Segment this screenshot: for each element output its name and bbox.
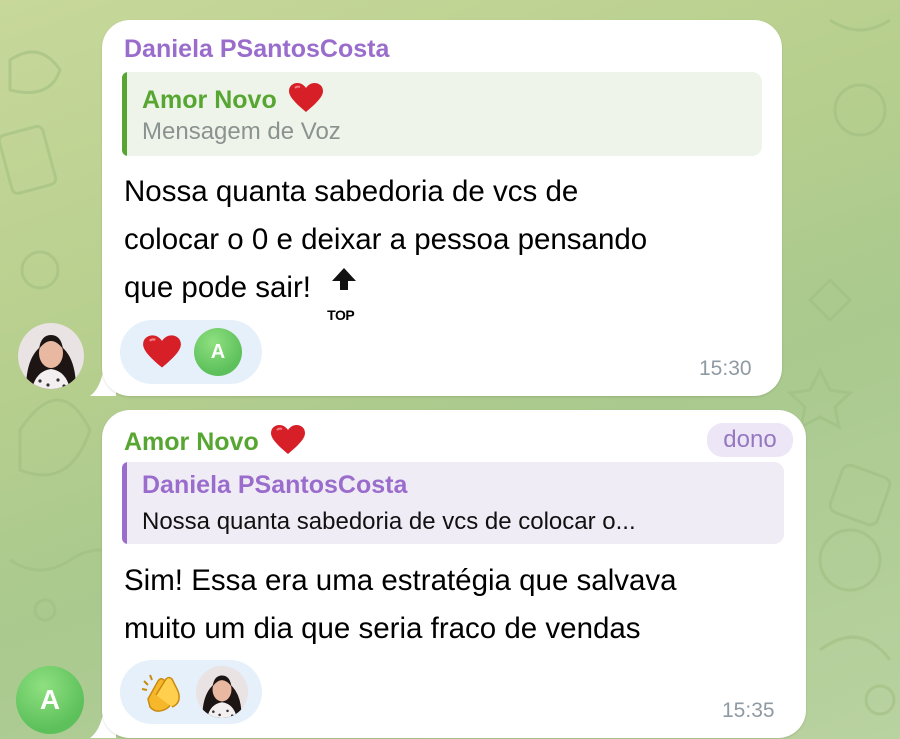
red-heart-icon: [288, 83, 323, 112]
owner-badge: dono: [707, 423, 793, 457]
reaction-user-photo[interactable]: [196, 666, 248, 718]
clapping-hands-icon[interactable]: [140, 669, 186, 715]
message-text: Sim! Essa era uma estratégia que salvava…: [124, 564, 677, 645]
sender-avatar-a[interactable]: A: [16, 666, 84, 734]
reactions-bar[interactable]: [120, 660, 262, 724]
reply-quote[interactable]: Daniela PSantosCosta Nossa quanta sabedo…: [122, 462, 784, 544]
top-arrow-icon: TOP: [327, 267, 361, 323]
reply-author: Amor Novo: [142, 86, 277, 114]
message-time: 15:30: [699, 357, 752, 380]
heart-reaction-icon[interactable]: [142, 334, 182, 370]
reaction-user-avatar[interactable]: A: [194, 328, 242, 376]
red-heart-icon: [270, 425, 305, 454]
message-sender-name[interactable]: Daniela PSantosCosta: [124, 35, 389, 64]
message-time: 15:35: [722, 699, 775, 722]
sender-avatar-daniela[interactable]: [18, 323, 84, 389]
message-sender-name[interactable]: Amor Novo: [124, 424, 306, 457]
message-text: Nossa quanta sabedoria de vcs de colocar…: [124, 175, 648, 323]
profile-photo-icon: [196, 666, 248, 718]
reply-accent-bar: [122, 462, 127, 544]
reply-preview: Mensagem de Voz: [142, 118, 341, 145]
reply-accent-bar: [122, 72, 127, 156]
reply-author: Daniela PSantosCosta: [142, 471, 408, 499]
reply-quote[interactable]: Amor Novo Mensagem de Voz: [122, 72, 762, 156]
profile-photo-icon: [18, 323, 84, 389]
reply-preview: Nossa quanta sabedoria de vcs de colocar…: [142, 508, 636, 535]
reactions-bar[interactable]: A: [120, 320, 262, 384]
